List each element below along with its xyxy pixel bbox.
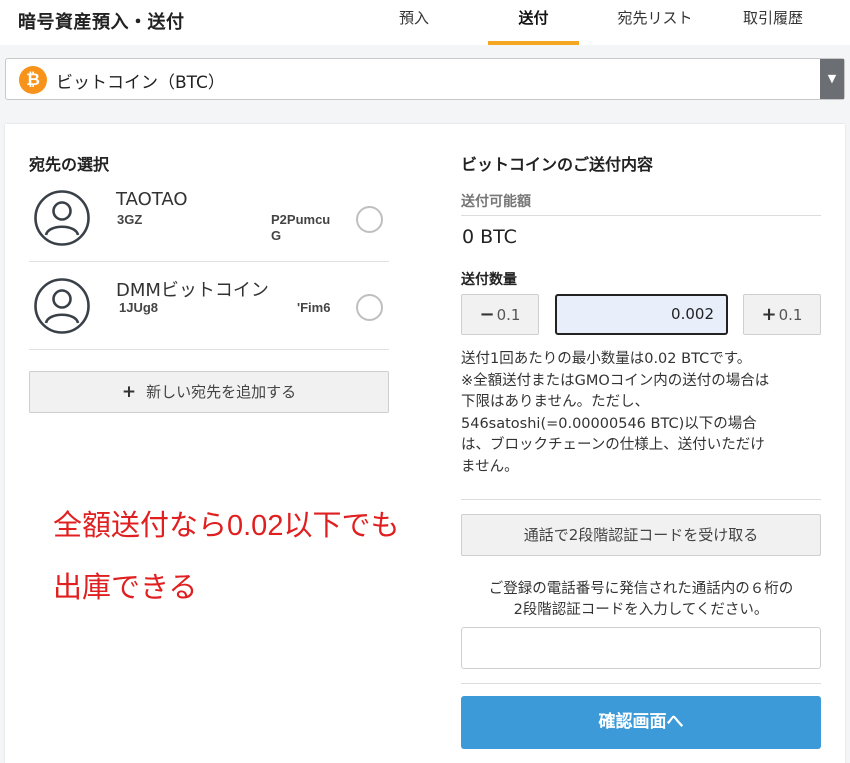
voice-code-button[interactable]: 通話で2段階認証コードを受け取る xyxy=(461,514,821,556)
recipient-address-end: P2Pumcu xyxy=(271,212,331,227)
recipient-address-start: 3GZ xyxy=(117,212,143,227)
recipient-address-end: 'Fim6 xyxy=(297,300,331,315)
send-details-heading: ビットコインのご送付内容 xyxy=(461,155,654,174)
user-avatar-icon xyxy=(34,190,90,246)
tab-deposit[interactable]: 預入 xyxy=(384,0,444,45)
tab-label: 取引履歴 xyxy=(742,9,803,27)
recipient-name: DMMビットコイン xyxy=(116,280,269,301)
user-avatar-icon xyxy=(34,278,90,334)
plus-icon: + xyxy=(121,382,137,402)
tab-label: 預入 xyxy=(398,9,429,27)
recipient-radio[interactable] xyxy=(356,206,383,233)
tab-history[interactable]: 取引履歴 xyxy=(730,0,816,45)
divider xyxy=(461,499,821,500)
send-panel: 宛先の選択 TAOTAO 3GZ P2Pumcu G DMMビットコイン 1JU… xyxy=(5,124,845,763)
send-notes: 送付1回あたりの最小数量は0.02 BTCです。 ※全額送付またはGMOコイン内… xyxy=(461,349,826,478)
add-recipient-label: 新しい宛先を追加する xyxy=(146,383,297,401)
recipient-radio[interactable] xyxy=(356,294,383,321)
recipients-heading: 宛先の選択 xyxy=(29,155,110,174)
currency-label: ビットコイン（BTC） xyxy=(56,73,225,93)
recipient-item[interactable]: TAOTAO 3GZ P2Pumcu G xyxy=(29,174,389,262)
available-amount-value: 0 BTC xyxy=(462,226,517,248)
note-line: ※全額送付またはGMOコイン内の送付の場合は xyxy=(461,372,770,389)
page-header: 暗号資産預入・送付 預入 送付 宛先リスト 取引履歴 xyxy=(0,0,850,45)
annotation-text: 全額送付なら0.02以下でも xyxy=(53,510,400,542)
decrement-button[interactable]: −0.1 xyxy=(461,294,539,335)
bitcoin-icon: ₿ xyxy=(19,66,47,94)
verification-code-input[interactable] xyxy=(461,627,821,669)
active-tab-indicator xyxy=(488,41,579,45)
note-line: 送付1回あたりの最小数量は0.02 BTCです。 xyxy=(461,351,752,367)
tab-address-list[interactable]: 宛先リスト xyxy=(600,0,710,45)
page-title: 暗号資産預入・送付 xyxy=(18,12,185,33)
code-help-text: ご登録の電話番号に発信された通話内の６桁の 2段階認証コードを入力してください。 xyxy=(461,579,821,621)
increment-button[interactable]: +0.1 xyxy=(743,294,821,335)
recipient-address-start: 1JUg8 xyxy=(119,300,159,315)
annotation-text: 出庫できる xyxy=(53,572,198,604)
available-amount-label: 送付可能額 xyxy=(461,194,531,210)
increment-value: 0.1 xyxy=(778,306,803,324)
note-line: ません。 xyxy=(461,458,519,475)
note-line: 下限はありません。ただし、 xyxy=(461,394,650,410)
confirm-button[interactable]: 確認画面へ xyxy=(461,696,821,749)
quantity-label: 送付数量 xyxy=(461,272,517,288)
tab-label: 送付 xyxy=(518,9,549,27)
add-recipient-button[interactable]: + 新しい宛先を追加する xyxy=(29,371,389,413)
tab-label: 宛先リスト xyxy=(617,9,693,27)
recipient-name: TAOTAO xyxy=(116,189,188,210)
tab-send[interactable]: 送付 xyxy=(488,0,579,45)
dropdown-arrow-icon[interactable]: ▼ xyxy=(820,59,844,99)
note-line: は、ブロックチェーンの仕様上、送付いただけ xyxy=(461,437,765,453)
currency-select[interactable]: ₿ ビットコイン（BTC） ▼ xyxy=(5,58,845,100)
decrement-value: 0.1 xyxy=(496,306,521,324)
recipient-item[interactable]: DMMビットコイン 1JUg8 'Fim6 xyxy=(29,262,389,350)
minus-icon: − xyxy=(479,304,495,325)
code-help-line: 2段階認証コードを入力してください。 xyxy=(513,602,769,618)
code-help-line: ご登録の電話番号に発信された通話内の６桁の xyxy=(488,581,794,597)
plus-icon: + xyxy=(761,304,777,325)
recipient-address-end-line2: G xyxy=(271,228,282,243)
divider xyxy=(461,215,821,216)
quantity-input[interactable]: 0.002 xyxy=(555,294,728,335)
note-line: 546satoshi(=0.00000546 BTC)以下の場合 xyxy=(461,415,757,432)
divider xyxy=(461,683,821,684)
